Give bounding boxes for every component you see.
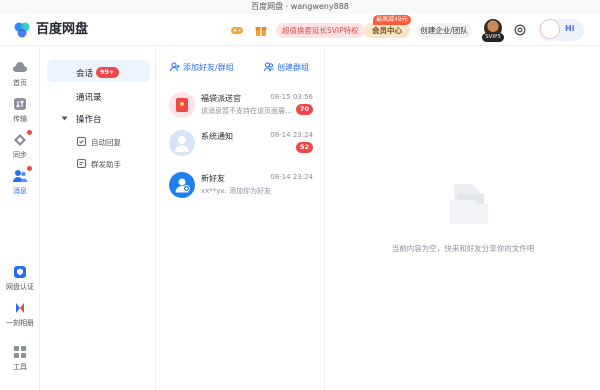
window-title: 百度网盘 · wangweny888 — [0, 0, 600, 14]
empty-folder-icon — [450, 184, 488, 224]
conversation-preview: xx**yx: 添加你为好友 — [201, 187, 272, 195]
rail-item-tools[interactable]: 工具 — [0, 344, 40, 372]
conversation-time: 08-14 23:24 — [270, 173, 313, 181]
conversation-time: 08-14 23:24 — [270, 131, 313, 139]
assistant-avatar-icon — [540, 19, 560, 39]
auto-reply-icon — [77, 137, 86, 146]
nav-conversation-label: 会话 — [76, 69, 94, 79]
member-center-button[interactable]: 会员中心 — [364, 23, 410, 38]
rail-label: 传输 — [13, 115, 27, 123]
new-friend-icon — [175, 178, 190, 193]
conversation-name: 福袋派送官 — [201, 94, 241, 103]
certify-icon — [14, 266, 26, 278]
logo-text: 百度网盘 — [36, 22, 89, 37]
conversation-list: 添加好友/群组 创建群组 福袋派送官 08-15 03:56 该消息暂不支持在该… — [157, 46, 325, 390]
left-rail: 首页 传输 同步 消息 网盘认证 一刻相册 工具 — [0, 46, 40, 390]
gift-icon[interactable] — [254, 23, 268, 37]
rail-label: 同步 — [13, 151, 27, 159]
conversation-name: 新好友 — [201, 174, 225, 183]
baidu-netdisk-logo-icon — [14, 22, 30, 38]
member-discount-tag: 最高减49元 — [373, 15, 411, 25]
conversation-time: 08-15 03:56 — [270, 93, 313, 101]
user-silhouette-icon — [175, 136, 189, 152]
settings-gear-icon[interactable] — [513, 23, 527, 37]
rail-item-certify[interactable]: 网盘认证 — [0, 264, 40, 292]
cloud-icon — [13, 62, 27, 72]
app-window: 百度网盘 · wangweny888 百度网盘 超值换套延长SVIP特权 会员中… — [0, 0, 600, 390]
game-icon[interactable] — [230, 23, 244, 37]
top-header: 百度网盘 超值换套延长SVIP特权 会员中心 最高减49元 创建企业/团队 SV… — [0, 14, 600, 46]
sync-icon — [14, 134, 26, 146]
rail-label: 首页 — [13, 79, 27, 87]
create-enterprise-button[interactable]: 创建企业/团队 — [416, 23, 472, 38]
empty-state-text: 当前内容为空，快来和好友分享你的文件吧 — [391, 244, 535, 253]
message-nav: 会话 99+ 通讯录 操作台 自动回复 群发助手 — [41, 46, 156, 390]
conversation-item[interactable]: 新好友 08-14 23:24 xx**yx: 添加你为好友 — [157, 168, 325, 208]
conversation-preview: 该消息暂不支持在该页面展示... — [201, 107, 297, 115]
rail-item-album[interactable]: 一刻相册 — [0, 300, 40, 328]
create-group-icon — [264, 62, 274, 72]
transfer-icon — [14, 98, 26, 110]
rail-item-home[interactable]: 首页 — [0, 60, 40, 88]
nav-item-workbench[interactable]: 操作台 — [76, 113, 102, 125]
create-group-button[interactable]: 创建群组 — [277, 62, 309, 73]
conversation-detail-empty: 当前内容为空，快来和好友分享你的文件吧 — [326, 46, 600, 390]
album-icon — [16, 303, 24, 313]
nav-item-auto-reply[interactable]: 自动回复 — [91, 137, 121, 148]
assistant-greeting: Hi — [565, 24, 575, 33]
message-icon — [13, 170, 28, 182]
red-envelope-icon — [176, 98, 188, 112]
lucky-bag-avatar — [169, 92, 195, 118]
svip-level-badge: SVIP5 — [482, 33, 504, 42]
app-logo[interactable]: 百度网盘 — [12, 21, 88, 39]
add-friend-button[interactable]: 添加好友/群组 — [183, 62, 234, 73]
system-notice-avatar — [169, 130, 195, 156]
rail-item-messages[interactable]: 消息 — [0, 168, 40, 196]
rail-label: 消息 — [13, 187, 27, 195]
unread-count-badge: 52 — [295, 142, 313, 153]
group-send-icon — [77, 159, 86, 168]
rail-item-transfer[interactable]: 传输 — [0, 96, 40, 124]
tools-icon — [14, 346, 26, 358]
conversation-item[interactable]: 福袋派送官 08-15 03:56 该消息暂不支持在该页面展示... 70 — [157, 88, 325, 128]
nav-item-group-assistant[interactable]: 群发助手 — [91, 159, 121, 170]
rail-item-sync[interactable]: 同步 — [0, 132, 40, 160]
add-friend-icon — [170, 62, 180, 72]
rail-label: 一刻相册 — [6, 319, 34, 327]
conversation-unread-badge: 99+ — [96, 67, 119, 78]
caret-down-icon[interactable] — [61, 115, 68, 122]
conversation-item[interactable]: 系统通知 08-14 23:24 52 — [157, 126, 325, 166]
new-friend-avatar — [169, 172, 195, 198]
nav-item-contacts[interactable]: 通讯录 — [76, 91, 102, 103]
unread-count-badge: 70 — [295, 104, 313, 115]
rail-label: 网盘认证 — [6, 283, 34, 291]
conversation-name: 系统通知 — [201, 132, 233, 141]
svip-promo-button[interactable]: 超值换套延长SVIP特权 — [276, 23, 365, 38]
rail-label: 工具 — [13, 363, 27, 371]
